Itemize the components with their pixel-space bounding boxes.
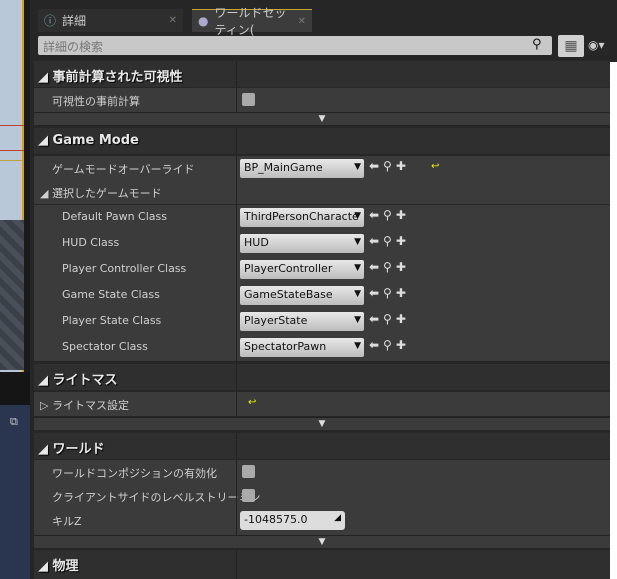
asset-actions[interactable]: ⬅⚲✚ [369,234,410,248]
reset-to-default-icon[interactable]: ↩ [248,397,256,408]
info-icon: ⓘ [44,14,57,28]
property-label: Spectator Class [62,340,148,353]
tab-details[interactable]: ⓘ 詳細 ✕ [38,9,183,32]
class-combo[interactable]: GameStateBase ▼ [240,286,364,305]
property-row: Game State Class GameStateBase ▼ ⬅⚲✚ [34,283,610,309]
class-combo[interactable]: PlayerController ▼ [240,260,364,279]
chevron-down-icon: ▼ [354,162,361,172]
section-physics[interactable]: ◢ 物理 [34,550,610,579]
property-row: HUD Class HUD ▼ ⬅⚲✚ [34,231,610,257]
chevron-down-icon: ▼ [354,211,361,221]
asset-actions[interactable]: ⬅⚲✚ [369,312,410,326]
property-row: クライアントサイドのレベルストリーミン [34,484,610,508]
advanced-expander[interactable]: ▼ [34,417,610,430]
class-combo[interactable]: ThirdPersonCharacte ▼ [240,208,364,227]
advanced-expander[interactable]: ▼ [34,535,610,548]
property-group[interactable]: ▷ ライトマス設定 ↩ [34,392,610,416]
view-options-eye-icon[interactable]: ◉▾ [588,38,605,52]
property-row: Player Controller Class PlayerController… [34,257,610,283]
asset-actions[interactable]: ⬅⚲✚ [369,159,410,173]
killz-input[interactable]: -1048575.0 ◢ [240,511,345,530]
asset-actions[interactable]: ⬅⚲✚ [369,260,410,274]
asset-actions[interactable]: ⬅⚲✚ [369,286,410,300]
property-row: ワールドコンポジションの有効化 [34,460,610,484]
property-row: Spectator Class SpectatorPawn ▼ ⬅⚲✚ [34,335,610,361]
property-label: Game State Class [62,288,160,301]
chevron-down-icon: ▼ [354,263,361,273]
section-world[interactable]: ◢ ワールド [34,433,610,459]
property-label: Player Controller Class [62,262,187,275]
section-game-mode[interactable]: ◢ Game Mode [34,128,610,154]
tab-world-settings[interactable]: ● ワールドセッティン(✕ [192,6,312,37]
search-input[interactable]: 詳細の検索 [38,36,552,55]
checkbox[interactable] [242,93,255,106]
class-combo[interactable]: SpectatorPawn ▼ [240,338,364,357]
chevron-down-icon: ▼ [354,237,361,247]
property-row: Default Pawn Class ThirdPersonCharacte ▼ … [34,205,610,231]
property-label: Default Pawn Class [62,210,167,223]
details-panel: ⓘ 詳細 ✕ ● ワールドセッティン(✕ 詳細の検索 ⚲ ▦ ◉▾ ◢ 事前計算された… [30,0,617,579]
property-matrix-button[interactable]: ▦ [558,35,584,57]
checkbox[interactable] [242,489,255,502]
asset-actions[interactable]: ⬅⚲✚ [369,338,410,352]
globe-icon: ● [198,14,209,28]
search-icon[interactable]: ⚲ [532,37,542,52]
property-row: 可視性の事前計算 [34,88,610,112]
restore-icon[interactable]: ⧉ [10,415,18,429]
scroll-area [610,62,617,579]
reset-to-default-icon[interactable]: ↩ [431,161,439,172]
checkbox[interactable] [242,465,255,478]
close-icon[interactable]: ✕ [298,16,306,27]
property-label: HUD Class [62,236,120,249]
side-panel-blue: ⧉ [0,405,30,579]
chevron-down-icon: ▼ [354,315,361,325]
gamemode-override-combo[interactable]: BP_MainGame ▼ [240,159,364,178]
level-viewport[interactable] [0,0,24,372]
class-combo[interactable]: HUD ▼ [240,234,364,253]
resize-icon: ◢ [334,513,341,523]
section-lightmass[interactable]: ◢ ライトマス [34,364,610,390]
property-row: ゲームモードオーバーライド BP_MainGame ▼ ⬅⚲✚ ↩ [34,156,610,180]
chevron-down-icon: ▼ [354,289,361,299]
close-icon[interactable]: ✕ [169,15,177,26]
property-group[interactable]: ◢ 選択したゲームモード [34,180,610,204]
class-combo[interactable]: PlayerState ▼ [240,312,364,331]
asset-actions[interactable]: ⬅⚲✚ [369,208,410,222]
property-row: Player State Class PlayerState ▼ ⬅⚲✚ [34,309,610,335]
section-precomputed-visibility[interactable]: ◢ 事前計算された可視性 [34,61,610,87]
chevron-down-icon: ▼ [354,341,361,351]
advanced-expander[interactable]: ▼ [34,112,610,125]
property-label: Player State Class [62,314,162,327]
property-row: キルZ -1048575.0 ◢ [34,508,610,535]
